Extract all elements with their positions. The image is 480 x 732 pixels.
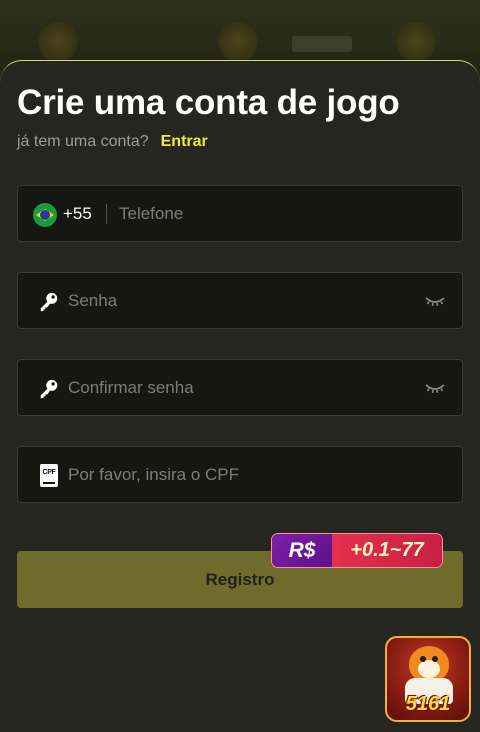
- brazil-flag-icon: [33, 203, 57, 227]
- cpf-field[interactable]: CPF Por favor, insira o CPF: [17, 446, 463, 503]
- banner-decoration: [396, 22, 436, 62]
- confirm-password-input[interactable]: Confirmar senha: [68, 378, 194, 398]
- key-icon: [40, 292, 58, 312]
- phone-input[interactable]: Telefone: [119, 204, 183, 224]
- bonus-currency: R$: [272, 534, 332, 567]
- app-promo-icon[interactable]: 5161: [385, 636, 471, 722]
- country-code[interactable]: +55: [63, 204, 92, 224]
- banner-decoration: [38, 22, 78, 62]
- login-prompt: já tem uma conta? Entrar: [17, 133, 208, 151]
- app-icon-label: 5161: [405, 693, 451, 715]
- cpf-card-icon: CPF: [40, 464, 58, 487]
- eye-closed-icon[interactable]: [424, 293, 446, 309]
- login-question: já tem uma conta?: [17, 133, 149, 150]
- page-title: Crie uma conta de jogo: [17, 83, 400, 122]
- password-input[interactable]: Senha: [68, 291, 117, 311]
- phone-field[interactable]: +55 Telefone: [17, 185, 463, 242]
- bonus-amount: +0.1~77: [332, 534, 442, 567]
- confirm-password-field[interactable]: Confirmar senha: [17, 359, 463, 416]
- register-sheet: Crie uma conta de jogo já tem uma conta?…: [0, 60, 480, 732]
- banner-decoration: [218, 22, 258, 62]
- cpf-input[interactable]: Por favor, insira o CPF: [68, 465, 239, 485]
- key-icon: [40, 379, 58, 399]
- banner-decoration: [292, 36, 352, 52]
- cpf-icon-text: CPF: [42, 469, 56, 476]
- tiger-face: [418, 660, 440, 678]
- tiger-eye: [420, 656, 426, 662]
- bonus-badge: R$ +0.1~77: [271, 533, 443, 568]
- eye-closed-icon[interactable]: [424, 380, 446, 396]
- password-field[interactable]: Senha: [17, 272, 463, 329]
- login-link[interactable]: Entrar: [161, 133, 208, 150]
- field-divider: [106, 204, 107, 224]
- tiger-eye: [432, 656, 438, 662]
